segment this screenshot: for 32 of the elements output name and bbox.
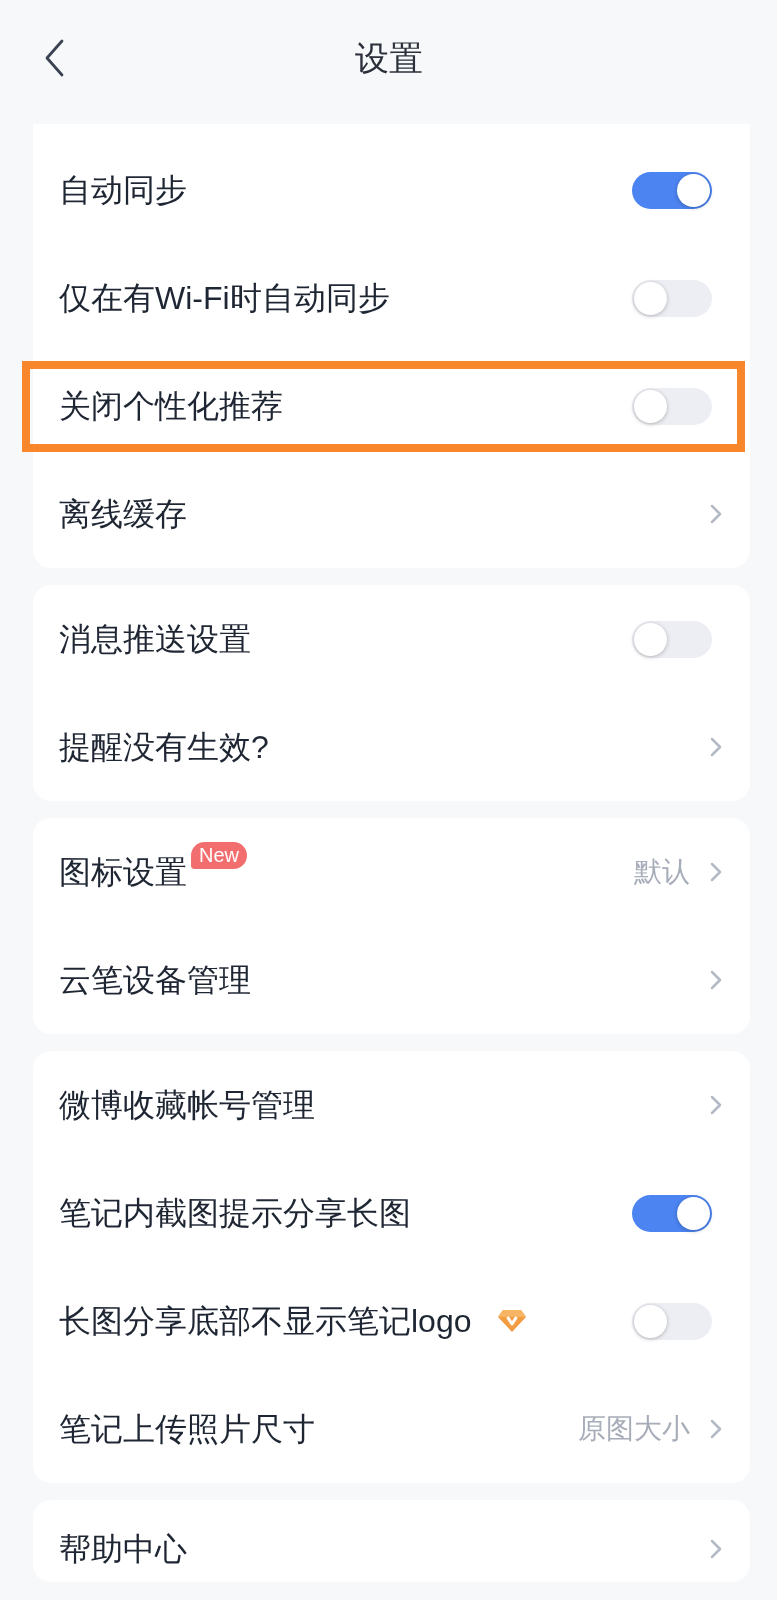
setting-label: 帮助中心 [59, 1530, 187, 1569]
new-badge: New [191, 841, 247, 869]
chevron-right-icon[interactable] [710, 737, 722, 757]
page-title: 设置 [354, 37, 423, 79]
toggle-switch[interactable] [632, 1302, 712, 1340]
chevron-right-icon[interactable] [710, 1539, 722, 1560]
setting-label: 笔记上传照片尺寸 [59, 1409, 315, 1449]
back-button[interactable] [44, 39, 64, 77]
back-icon [44, 39, 64, 77]
setting-value: 默认 [634, 855, 690, 889]
setting-label: 消息推送设置 [59, 619, 251, 659]
toggle-switch[interactable] [632, 387, 712, 425]
setting-label: 图标设置 [59, 852, 187, 892]
chevron-right-icon[interactable] [710, 504, 722, 524]
setting-label: 微博收藏帐号管理 [59, 1085, 315, 1125]
chevron-right-icon[interactable] [710, 862, 722, 882]
setting-label: 离线缓存 [59, 494, 187, 534]
chevron-right-icon[interactable] [710, 1095, 722, 1115]
setting-label: 提醒没有生效? [59, 727, 269, 767]
setting-label: 仅在有Wi-Fi时自动同步 [59, 278, 390, 318]
setting-label: 长图分享底部不显示笔记logo [59, 1301, 472, 1341]
setting-value: 原图大小 [578, 1412, 690, 1446]
toggle-switch[interactable] [632, 620, 712, 658]
setting-label: 笔记内截图提示分享长图 [59, 1193, 411, 1233]
toggle-switch[interactable] [632, 279, 712, 317]
toggle-switch[interactable] [632, 1194, 712, 1232]
setting-label: 关闭个性化推荐 [59, 386, 283, 426]
chevron-right-icon[interactable] [710, 1419, 722, 1439]
toggle-switch[interactable] [632, 171, 712, 209]
setting-label: 自动同步 [59, 170, 187, 210]
setting-label: 云笔设备管理 [59, 960, 251, 1000]
chevron-right-icon[interactable] [710, 970, 722, 990]
